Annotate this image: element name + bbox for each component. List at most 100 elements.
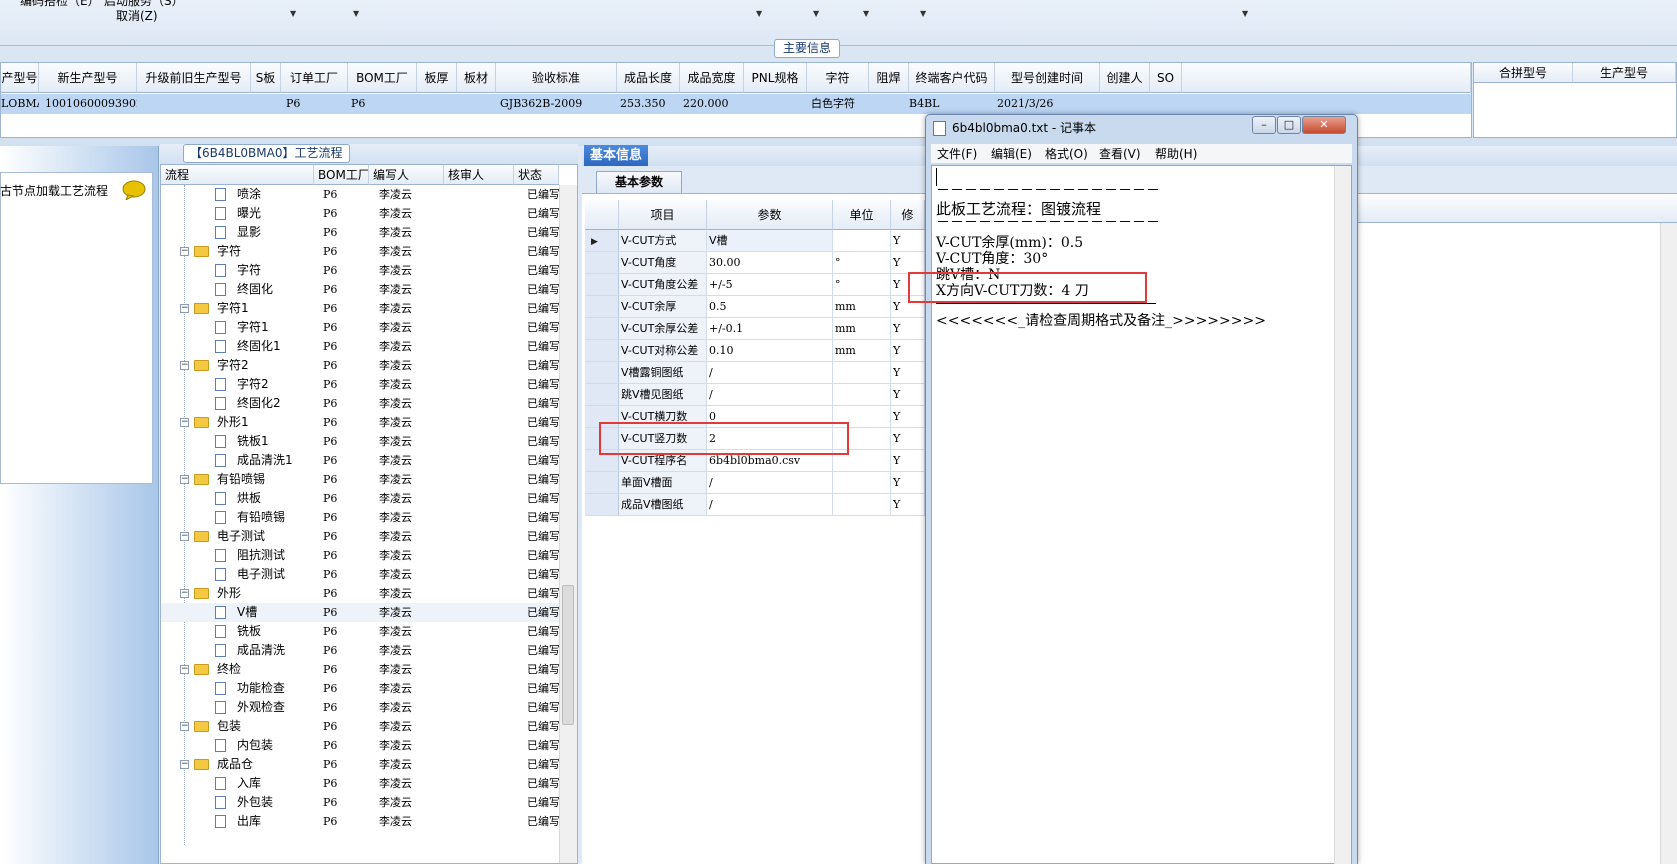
- column-header[interactable]: 产型号: [1, 63, 39, 93]
- tree-item[interactable]: 成品清洗1 P6 李凌云 已编写: [161, 451, 561, 470]
- column-header[interactable]: 创建人: [1100, 63, 1150, 93]
- collapse-toggle-icon[interactable]: −: [180, 722, 189, 731]
- chevron-down-icon[interactable]: ▼: [863, 9, 869, 18]
- table-row[interactable]: V-CUT余厚公差 +/-0.1 mm Y: [585, 318, 925, 340]
- tree-item[interactable]: 铣板 P6 李凌云 已编写: [161, 622, 561, 641]
- tree-item[interactable]: 字符 P6 李凌云 已编写: [161, 261, 561, 280]
- tree-item-selected[interactable]: V槽 P6 李凌云 已编写: [161, 603, 561, 622]
- maximize-button[interactable]: □: [1277, 116, 1301, 134]
- column-header[interactable]: 修: [891, 200, 925, 230]
- chevron-down-icon[interactable]: ▼: [1242, 9, 1248, 18]
- tree-group[interactable]: − 字符 P6 李凌云 已编写: [161, 242, 561, 261]
- tree-item[interactable]: 内包装 P6 李凌云 已编写: [161, 736, 561, 755]
- tree-item[interactable]: 入库 P6 李凌云 已编写: [161, 774, 561, 793]
- menu-file[interactable]: 文件(F): [937, 144, 977, 164]
- table-row[interactable]: V-CUT对称公差 0.10 mm Y: [585, 340, 925, 362]
- column-header[interactable]: 参数: [707, 200, 833, 230]
- table-row[interactable]: V-CUT方式 V槽 Y: [585, 230, 925, 252]
- tree-item[interactable]: 喷涂 P6 李凌云 已编写: [161, 185, 561, 204]
- collapse-toggle-icon[interactable]: −: [180, 304, 189, 313]
- column-header[interactable]: 成品长度: [617, 63, 680, 93]
- menu-view[interactable]: 查看(V): [1099, 144, 1141, 164]
- column-header[interactable]: 项目: [619, 200, 707, 230]
- tree-item[interactable]: 字符1 P6 李凌云 已编写: [161, 318, 561, 337]
- tree-item[interactable]: 终固化 P6 李凌云 已编写: [161, 280, 561, 299]
- tree-item[interactable]: 阻抗测试 P6 李凌云 已编写: [161, 546, 561, 565]
- tree-scroll-thumb[interactable]: [562, 585, 574, 725]
- collapse-toggle-icon[interactable]: −: [180, 665, 189, 674]
- column-header[interactable]: 核审人: [444, 165, 514, 185]
- column-header[interactable]: 板厚: [417, 63, 457, 93]
- column-header[interactable]: 升级前旧生产型号: [137, 63, 251, 93]
- column-header[interactable]: BOM工厂: [348, 63, 417, 93]
- tree-item[interactable]: 电子测试 P6 李凌云 已编写: [161, 565, 561, 584]
- column-header[interactable]: 状态: [514, 165, 559, 185]
- collapse-toggle-icon[interactable]: −: [180, 475, 189, 484]
- tree-item[interactable]: 字符2 P6 李凌云 已编写: [161, 375, 561, 394]
- table-row[interactable]: V-CUT角度 30.00 ° Y: [585, 252, 925, 274]
- chevron-down-icon[interactable]: ▼: [920, 9, 926, 18]
- table-row[interactable]: 跳V槽见图纸 / Y: [585, 384, 925, 406]
- menu-edit[interactable]: 编辑(E): [991, 144, 1032, 164]
- tree-item[interactable]: 烘板 P6 李凌云 已编写: [161, 489, 561, 508]
- tree-group[interactable]: − 字符2 P6 李凌云 已编写: [161, 356, 561, 375]
- column-header[interactable]: 新生产型号: [39, 63, 137, 93]
- column-header[interactable]: 验收标准: [496, 63, 617, 93]
- collapse-toggle-icon[interactable]: −: [180, 589, 189, 598]
- right-scrollbar[interactable]: [1660, 223, 1677, 864]
- table-row[interactable]: V槽露铜图纸 / Y: [585, 362, 925, 384]
- tree-item[interactable]: 功能检查 P6 李凌云 已编写: [161, 679, 561, 698]
- chevron-down-icon[interactable]: ▼: [353, 9, 359, 18]
- menu-help[interactable]: 帮助(H): [1155, 144, 1197, 164]
- table-row[interactable]: 成品V槽图纸 / Y: [585, 494, 925, 516]
- close-button[interactable]: ✕: [1302, 116, 1346, 134]
- tree-item[interactable]: 铣板1 P6 李凌云 已编写: [161, 432, 561, 451]
- tree-group[interactable]: − 电子测试 P6 李凌云 已编写: [161, 527, 561, 546]
- tree-group[interactable]: − 包装 P6 李凌云 已编写: [161, 717, 561, 736]
- tree-item[interactable]: 显影 P6 李凌云 已编写: [161, 223, 561, 242]
- text-editor[interactable]: －－－－－－－－－－－－－－－－ 此板工艺流程：图镀流程 －－－－－－－－－－－…: [931, 165, 1352, 864]
- column-header[interactable]: PNL规格: [744, 63, 807, 93]
- chevron-down-icon[interactable]: ▼: [813, 9, 819, 18]
- process-title[interactable]: 【6B4BL0BMA0】工艺流程: [183, 144, 350, 163]
- column-header[interactable]: 阻焊: [869, 63, 909, 93]
- column-header[interactable]: S板: [251, 63, 281, 93]
- tree-group[interactable]: − 有铅喷锡 P6 李凌云 已编写: [161, 470, 561, 489]
- table-row[interactable]: 单面V槽面 / Y: [585, 472, 925, 494]
- chevron-down-icon[interactable]: ▼: [756, 9, 762, 18]
- tree-item[interactable]: 成品清洗 P6 李凌云 已编写: [161, 641, 561, 660]
- table-row[interactable]: V-CUT余厚 0.5 mm Y: [585, 296, 925, 318]
- collapse-toggle-icon[interactable]: −: [180, 361, 189, 370]
- column-header[interactable]: 合拼型号: [1474, 63, 1573, 83]
- tree-item[interactable]: 外包装 P6 李凌云 已编写: [161, 793, 561, 812]
- table-row[interactable]: V-CUT角度公差 +/-5 ° Y: [585, 274, 925, 296]
- column-header[interactable]: 板材: [457, 63, 496, 93]
- tree-item[interactable]: 外观检查 P6 李凌云 已编写: [161, 698, 561, 717]
- collapse-toggle-icon[interactable]: −: [180, 247, 189, 256]
- chevron-down-icon[interactable]: ▼: [290, 9, 296, 18]
- editor-scrollbar[interactable]: [1334, 166, 1351, 864]
- tree-item[interactable]: 终固化2 P6 李凌云 已编写: [161, 394, 561, 413]
- speech-bubble-icon[interactable]: [122, 180, 146, 200]
- collapse-toggle-icon[interactable]: −: [180, 760, 189, 769]
- collapse-toggle-icon[interactable]: −: [180, 418, 189, 427]
- tree-group[interactable]: − 外形1 P6 李凌云 已编写: [161, 413, 561, 432]
- column-header[interactable]: 流程: [161, 165, 314, 185]
- column-header[interactable]: BOM工厂: [314, 165, 369, 185]
- tree-item[interactable]: 出库 P6 李凌云 已编写: [161, 812, 561, 831]
- tree-group[interactable]: − 成品仓 P6 李凌云 已编写: [161, 755, 561, 774]
- main-info-tab[interactable]: 主要信息: [774, 39, 841, 58]
- tree-item[interactable]: 有铅喷锡 P6 李凌云 已编写: [161, 508, 561, 527]
- tree-group[interactable]: − 终检 P6 李凌云 已编写: [161, 660, 561, 679]
- tree-group[interactable]: − 外形 P6 李凌云 已编写: [161, 584, 561, 603]
- column-header[interactable]: 字符: [807, 63, 869, 93]
- column-header[interactable]: 生产型号: [1573, 63, 1676, 83]
- column-header[interactable]: 编写人: [369, 165, 444, 185]
- collapse-toggle-icon[interactable]: −: [180, 532, 189, 541]
- minimize-button[interactable]: –: [1252, 116, 1276, 134]
- tree-group[interactable]: − 字符1 P6 李凌云 已编写: [161, 299, 561, 318]
- tab-basic-info[interactable]: 基本信息: [584, 145, 649, 166]
- tree-scrollbar[interactable]: [559, 185, 577, 863]
- tree-item[interactable]: 曝光 P6 李凌云 已编写: [161, 204, 561, 223]
- column-header[interactable]: 订单工厂: [281, 63, 348, 93]
